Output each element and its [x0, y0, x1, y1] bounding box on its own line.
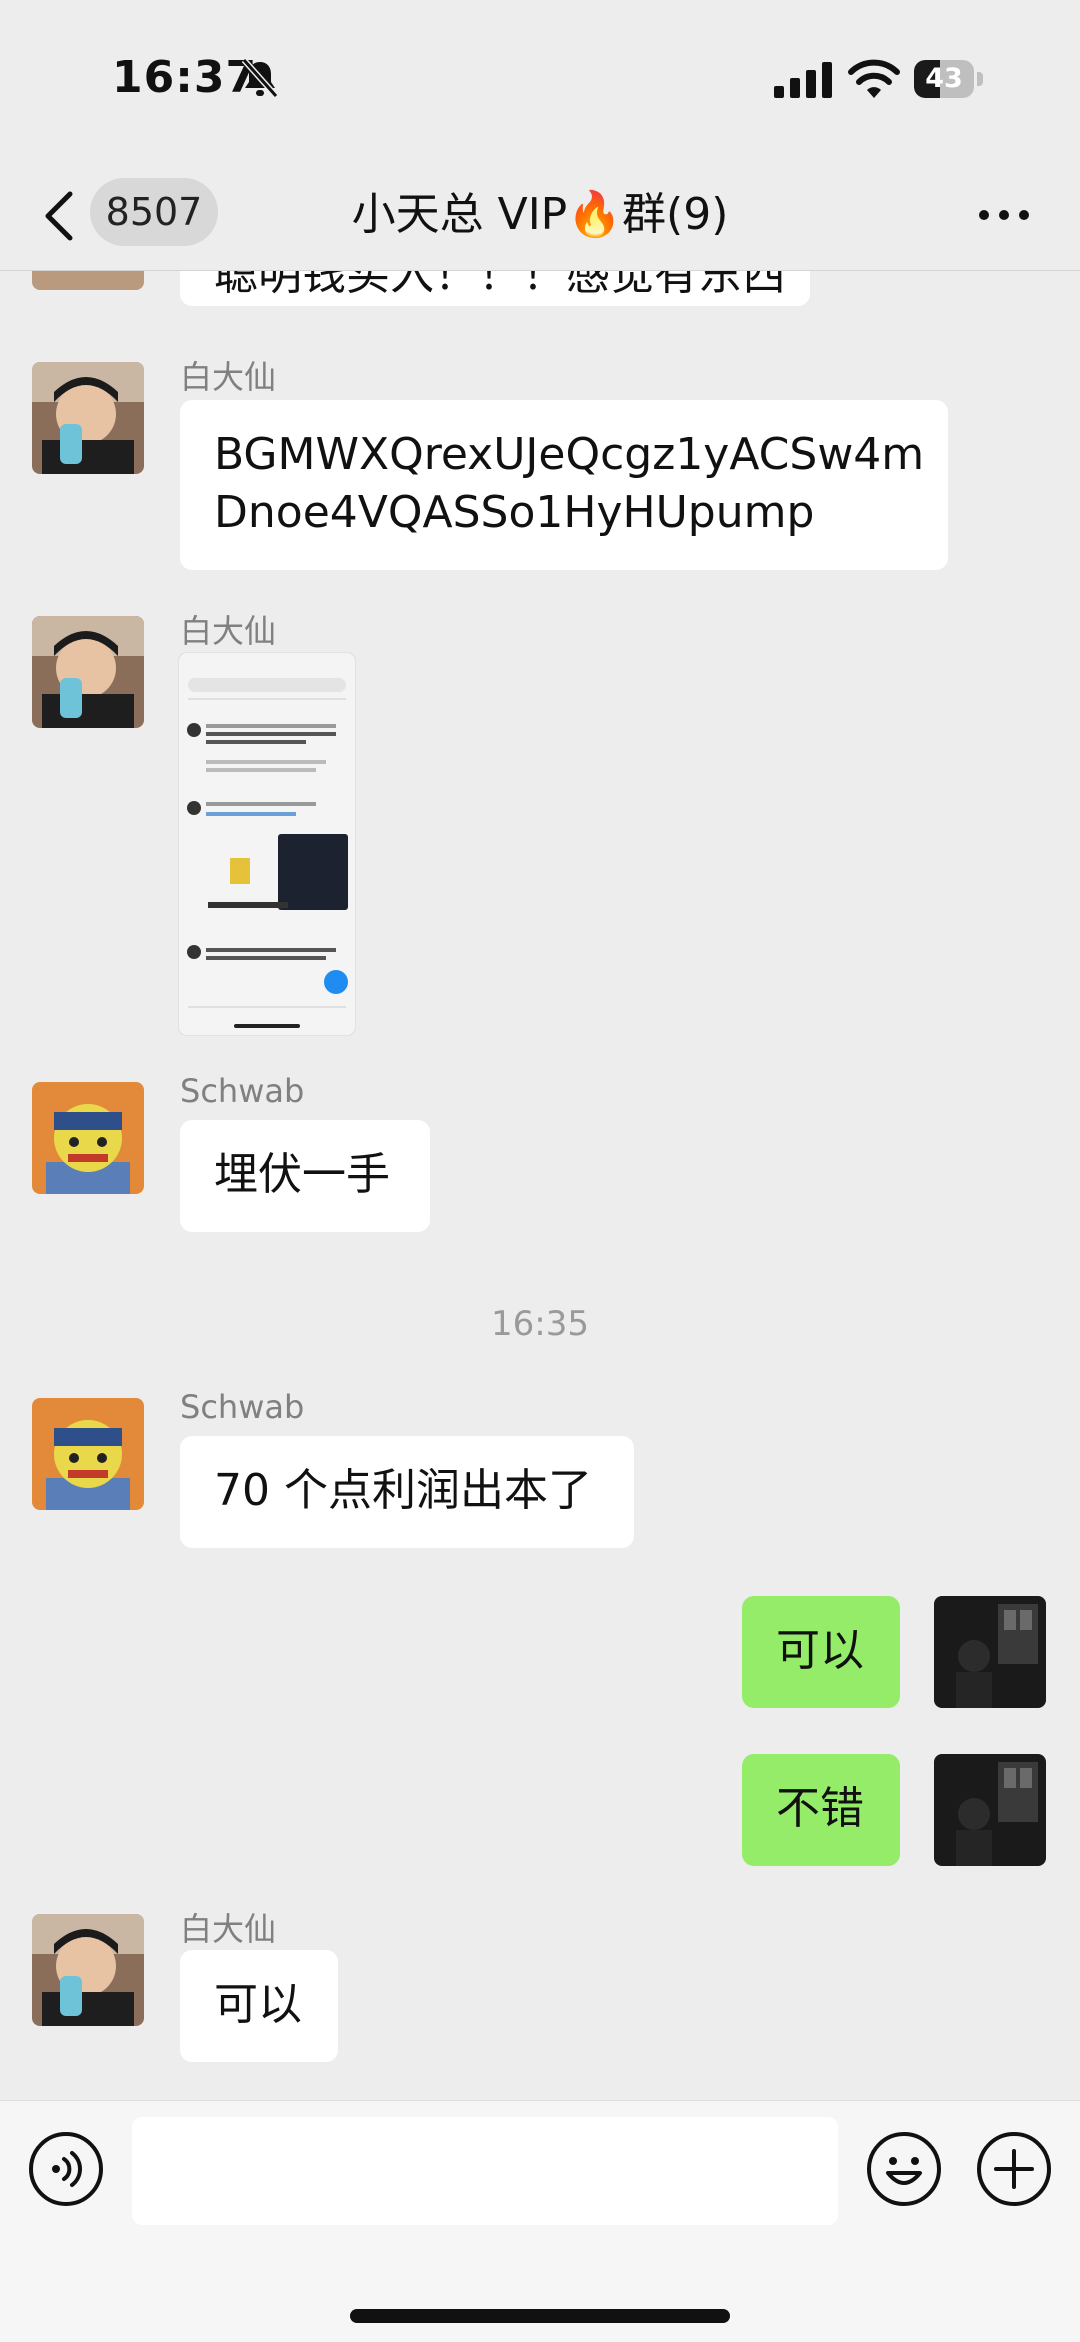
- message-bubble[interactable]: 聪明钱买入！！！感觉有东西: [180, 270, 810, 306]
- battery-percent: 43: [925, 63, 963, 94]
- message-text-line: BGMWXQrexUJeQcgz1yACSw4m: [214, 429, 925, 480]
- message-text: 埋伏一手: [214, 1149, 390, 1200]
- message-timestamp: 16:35: [491, 1304, 589, 1344]
- chevron-left-icon[interactable]: [40, 188, 80, 244]
- chat-title-prefix: 小天总 VIP: [351, 189, 568, 240]
- battery-indicator: 43: [914, 60, 986, 98]
- my-avatar[interactable]: [934, 1754, 1046, 1866]
- avatar[interactable]: [32, 1914, 144, 2026]
- fire-emoji: 🔥: [567, 189, 623, 240]
- sender-name: Schwab: [180, 1072, 305, 1110]
- unread-count-badge[interactable]: 8507: [90, 178, 218, 246]
- avatar[interactable]: [32, 1398, 144, 1510]
- message-text: 可以: [214, 1979, 302, 2030]
- sender-name: Schwab: [180, 1388, 305, 1426]
- message-input[interactable]: [132, 2117, 838, 2225]
- my-avatar[interactable]: [934, 1596, 1046, 1708]
- status-time: 16:37: [112, 52, 258, 103]
- voice-icon[interactable]: [28, 2131, 104, 2207]
- my-message-bubble[interactable]: 可以: [742, 1596, 900, 1708]
- plus-icon[interactable]: [976, 2131, 1052, 2207]
- message-text: 70 个点利润出本了: [214, 1465, 592, 1516]
- home-indicator[interactable]: [350, 2309, 730, 2323]
- message-bubble[interactable]: 70 个点利润出本了: [180, 1436, 634, 1548]
- sender-name: 白大仙: [180, 358, 277, 396]
- more-icon[interactable]: [976, 200, 1032, 230]
- cellular-signal-icon: [774, 62, 832, 98]
- bell-muted-icon: [241, 58, 279, 98]
- emoji-icon[interactable]: [866, 2131, 942, 2207]
- chat-header: 8507 小天总 VIP🔥群(9): [0, 160, 1080, 271]
- avatar[interactable]: [32, 1082, 144, 1194]
- sender-name: 白大仙: [180, 612, 277, 650]
- sender-name: 白大仙: [180, 1910, 277, 1948]
- screenshot-image-message[interactable]: [178, 652, 356, 1036]
- message-text: 可以: [776, 1625, 864, 1676]
- message-bubble[interactable]: BGMWXQrexUJeQcgz1yACSw4m Dnoe4VQASSo1HyH…: [180, 400, 948, 570]
- input-bar: [0, 2100, 1080, 2342]
- avatar[interactable]: [32, 270, 144, 290]
- avatar[interactable]: [32, 362, 144, 474]
- wifi-icon: [848, 59, 900, 98]
- message-bubble[interactable]: 埋伏一手: [180, 1120, 430, 1232]
- my-message-bubble[interactable]: 不错: [742, 1754, 900, 1866]
- message-bubble[interactable]: 可以: [180, 1950, 338, 2062]
- chat-title-suffix: 群(9): [622, 189, 729, 240]
- status-bar: 16:37 43: [0, 0, 1080, 160]
- message-text: 聪明钱买入！！！感觉有东西: [214, 270, 786, 300]
- avatar[interactable]: [32, 616, 144, 728]
- message-list[interactable]: 聪明钱买入！！！感觉有东西 白大仙 BGMWXQrexUJeQcgz1yACSw…: [0, 270, 1080, 2100]
- message-text-line: Dnoe4VQASSo1HyHUpump: [214, 487, 815, 538]
- message-text: 不错: [776, 1783, 864, 1834]
